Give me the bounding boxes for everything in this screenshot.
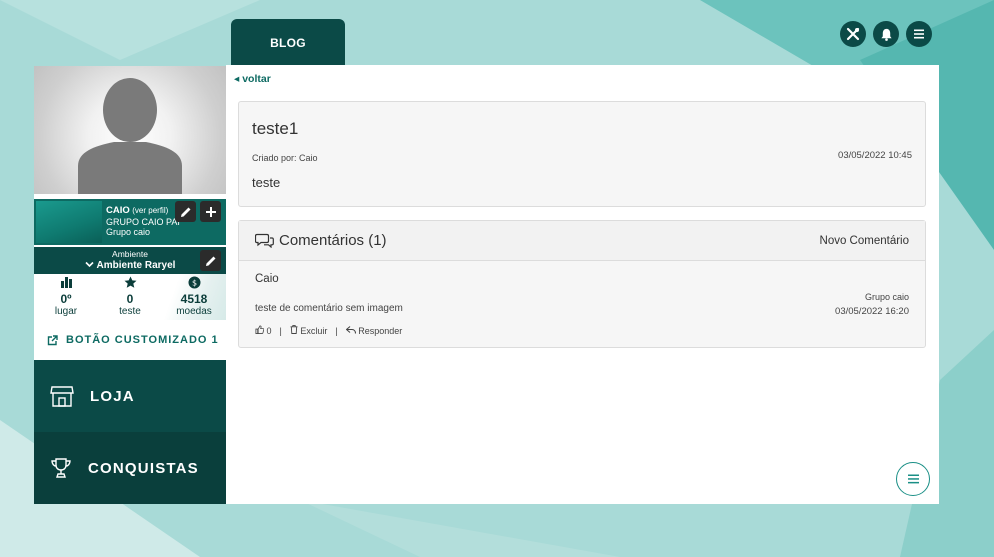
profile-name: CAIO (106, 205, 130, 216)
star-icon (124, 276, 136, 288)
store-icon (50, 386, 74, 407)
bar-chart-icon (60, 277, 72, 288)
post-date: 03/05/2022 10:45 (838, 150, 912, 161)
stats-bar: 0º lugar 0 teste $ 4518 moedas (34, 274, 226, 320)
profile-info: CAIO (ver perfil) GRUPO CAIO PAI Grupo c… (106, 205, 180, 238)
like-button[interactable]: 0 (255, 325, 272, 336)
new-comment-button[interactable]: Novo Comentário (820, 235, 909, 247)
post-title: teste1 (252, 119, 299, 138)
stat-coins: $ 4518 moedas (162, 274, 226, 320)
environment-selector[interactable]: Ambiente Ambiente Raryel (34, 247, 226, 274)
post-card: teste1 Criado por: Caio 03/05/2022 10:45… (238, 101, 926, 207)
reply-icon (345, 325, 356, 334)
avatar[interactable] (34, 66, 226, 194)
delete-button[interactable]: Excluir (290, 325, 328, 336)
trophy-icon (51, 458, 71, 478)
stat-teste-label: teste (119, 306, 141, 317)
edit-profile-button[interactable] (175, 201, 196, 222)
main-content: ◂ voltar teste1 Criado por: Caio 03/05/2… (226, 65, 939, 504)
custom-button-1[interactable]: BOTÃO CUSTOMIZADO 1 (34, 320, 226, 360)
comments-icon (255, 233, 274, 248)
post-author: Criado por: Caio (252, 153, 318, 163)
environment-label: Ambiente (112, 249, 148, 259)
comment-item: Caio teste de comentário sem imagem Grup… (239, 261, 925, 347)
view-profile-link[interactable]: (ver perfil) (132, 206, 168, 215)
sidebar-item-conquistas-label: CONQUISTAS (88, 459, 199, 477)
reply-button[interactable]: Responder (345, 325, 403, 336)
comments-header: Comentários (1) Novo Comentário (239, 221, 925, 261)
tab-blog[interactable]: BLOG (231, 19, 345, 66)
coin-icon: $ (188, 276, 200, 289)
pencil-icon (180, 207, 190, 217)
back-link-label: voltar (242, 73, 271, 85)
profile-group-parent: GRUPO CAIO PAI (106, 216, 180, 227)
stat-position-label: lugar (54, 306, 78, 317)
separator: | (279, 325, 282, 336)
stat-teste: 0 teste (98, 274, 162, 320)
menu-button[interactable] (906, 21, 932, 47)
sidebar-item-conquistas[interactable]: CONQUISTAS (34, 432, 226, 504)
environment-name: Ambiente Raryel (96, 260, 176, 271)
tools-icon (846, 27, 860, 41)
stat-coins-label: moedas (176, 306, 212, 317)
bell-icon (880, 28, 892, 41)
stat-teste-value: 0 (126, 292, 134, 306)
reply-label: Responder (358, 325, 403, 336)
chevron-down-icon (84, 261, 94, 268)
thumbs-up-icon (255, 325, 265, 334)
sidebar-item-loja[interactable]: LOJA (34, 360, 226, 432)
menu-icon (907, 474, 919, 484)
profile-band: CAIO (ver perfil) GRUPO CAIO PAI Grupo c… (34, 199, 226, 245)
stat-position-value: 0º (60, 292, 72, 306)
svg-text:$: $ (191, 279, 196, 288)
pencil-icon (205, 256, 215, 266)
trash-icon (290, 325, 298, 334)
back-link[interactable]: ◂ voltar (234, 73, 271, 85)
comments-title-text: Comentários (1) (279, 232, 387, 249)
comments-title: Comentários (1) (255, 232, 387, 249)
top-toolbar (840, 21, 932, 47)
floating-menu-button[interactable] (896, 462, 930, 496)
comment-group: Grupo caio (864, 292, 909, 302)
edit-environment-button[interactable] (200, 250, 221, 271)
menu-icon (914, 29, 924, 39)
comment-author: Caio (255, 273, 279, 285)
comments-section: Comentários (1) Novo Comentário Caio tes… (238, 220, 926, 348)
like-count: 0 (266, 326, 272, 336)
separator: | (335, 325, 338, 336)
user-silhouette-icon (78, 78, 182, 194)
post-body: teste (252, 175, 281, 190)
sidebar-item-loja-label: LOJA (90, 387, 135, 405)
comment-date: 03/05/2022 16:20 (835, 306, 909, 317)
external-link-icon (47, 334, 58, 345)
comment-text: teste de comentário sem imagem (255, 303, 403, 314)
environment-value: Ambiente Raryel (34, 260, 226, 271)
tools-button[interactable] (840, 21, 866, 47)
custom-button-label: BOTÃO CUSTOMIZADO 1 (66, 334, 219, 346)
profile-group: Grupo caio (106, 227, 151, 237)
profile-sidebar: CAIO (ver perfil) GRUPO CAIO PAI Grupo c… (34, 66, 226, 504)
add-button[interactable] (200, 201, 221, 222)
stat-coins-value: 4518 (180, 292, 208, 306)
notifications-button[interactable] (873, 21, 899, 47)
delete-label: Excluir (300, 326, 328, 336)
plus-icon (205, 206, 216, 217)
profile-decoration (36, 201, 102, 243)
stat-position: 0º lugar (34, 274, 98, 320)
comment-actions: 0 | Excluir | Responder (255, 325, 402, 336)
